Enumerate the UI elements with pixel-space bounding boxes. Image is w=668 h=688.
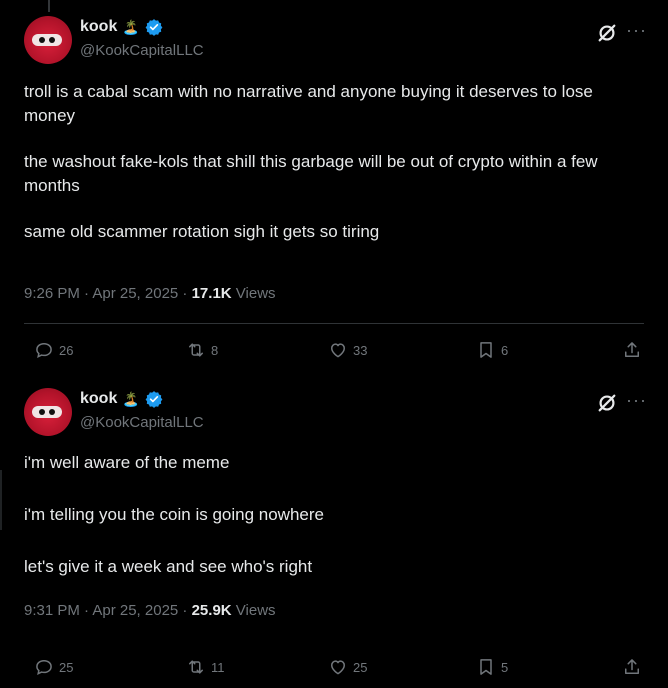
tweet-paragraph: i'm well aware of the meme (24, 453, 230, 472)
tweet-paragraph: let's give it a week and see who's right (24, 557, 313, 576)
verified-badge-icon (145, 391, 163, 408)
share-icon (625, 659, 639, 674)
reply-count: 26 (59, 342, 74, 358)
reply-button[interactable]: 25 (34, 657, 73, 677)
author-name[interactable]: kook (80, 390, 117, 408)
bookmark-count: 6 (501, 342, 509, 358)
views-count: 17.1K (191, 285, 232, 302)
like-button[interactable]: 25 (328, 657, 367, 677)
avatar[interactable] (24, 388, 72, 436)
grok-icon[interactable] (596, 22, 618, 44)
more-icon[interactable]: ··· (626, 390, 647, 411)
share-icon (625, 342, 639, 357)
repost-button[interactable]: 11 (186, 657, 225, 677)
reply-icon (36, 659, 52, 675)
bookmark-count: 5 (501, 659, 509, 675)
like-count: 33 (353, 342, 368, 358)
repost-count: 8 (211, 342, 219, 358)
tweet-paragraph: the washout fake-kols that shill this ga… (24, 152, 598, 195)
share-button[interactable] (622, 657, 642, 677)
verified-badge-icon (145, 19, 163, 36)
share-button[interactable] (622, 340, 642, 360)
repost-button[interactable]: 8 (186, 340, 218, 360)
like-count: 25 (353, 659, 368, 675)
like-button[interactable]: 33 (328, 340, 367, 360)
author-handle[interactable]: @KookCapitalLLC (80, 42, 204, 59)
avatar[interactable] (24, 16, 72, 64)
views-label: Views (231, 602, 276, 619)
tweet[interactable]: kook 🏝️ @KookCapitalLLC ··· i'm well awa… (0, 374, 668, 688)
author-name-row[interactable]: kook 🏝️ (80, 390, 163, 408)
tweet-metadata: 9:26 PM · Apr 25, 2025 · 17.1K Views (24, 285, 276, 302)
repost-icon (189, 343, 203, 357)
tweet[interactable]: kook 🏝️ @KookCapitalLLC ··· troll is a c… (0, 0, 668, 374)
reply-button[interactable]: 26 (34, 340, 73, 360)
reply-count: 25 (59, 659, 74, 675)
name-emoji: 🏝️ (122, 390, 140, 407)
repost-count: 11 (211, 659, 225, 675)
tweet-paragraph: i'm telling you the coin is going nowher… (24, 505, 324, 524)
repost-icon (189, 660, 203, 674)
tweet-metadata: 9:31 PM · Apr 25, 2025 · 25.9K Views (24, 602, 276, 619)
views-count: 25.9K (191, 602, 232, 619)
divider (24, 323, 644, 324)
timestamp[interactable]: 9:26 PM · Apr 25, 2025 · (24, 285, 192, 302)
like-icon (331, 660, 345, 675)
author-handle[interactable]: @KookCapitalLLC (80, 414, 204, 431)
like-icon (331, 343, 345, 358)
reply-icon (36, 342, 52, 358)
grok-icon[interactable] (596, 392, 618, 414)
bookmark-icon (480, 659, 492, 675)
views-label: Views (231, 285, 276, 302)
author-name-row[interactable]: kook 🏝️ (80, 18, 163, 36)
bookmark-icon (480, 342, 492, 358)
timestamp[interactable]: 9:31 PM · Apr 25, 2025 · (24, 602, 192, 619)
tweet-text: troll is a cabal scam with no narrative … (24, 80, 644, 244)
tweet-paragraph: same old scammer rotation sigh it gets s… (24, 222, 380, 241)
bookmark-button[interactable]: 6 (476, 340, 508, 360)
author-name[interactable]: kook (80, 18, 117, 36)
tweet-text: i'm well aware of the meme i'm telling y… (24, 451, 644, 579)
more-icon[interactable]: ··· (626, 20, 647, 41)
name-emoji: 🏝️ (122, 18, 140, 35)
tweet-paragraph: troll is a cabal scam with no narrative … (24, 82, 593, 125)
bookmark-button[interactable]: 5 (476, 657, 508, 677)
